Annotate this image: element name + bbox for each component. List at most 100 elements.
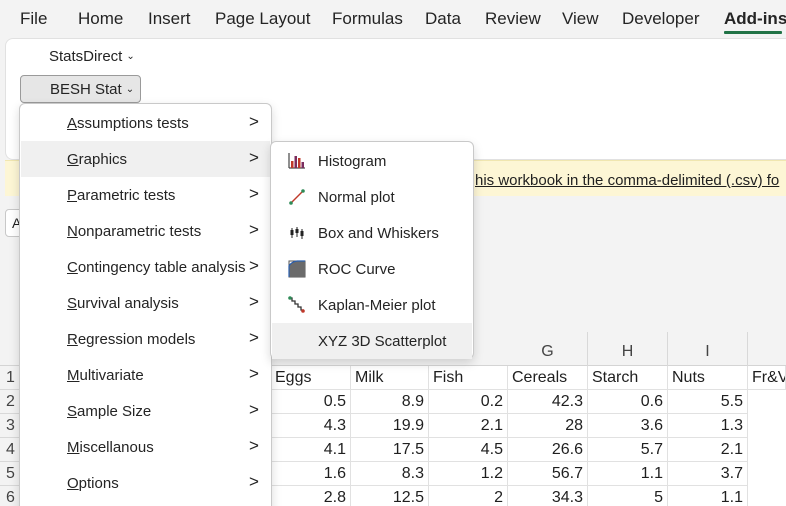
chevron-down-icon: ⌄ [125,84,135,95]
cell-header-frv[interactable]: Fr&V [748,366,786,390]
tab-view[interactable]: View [562,9,599,29]
table-cell[interactable]: 0.5 [271,390,351,414]
active-tab-indicator [724,31,782,34]
cell-header-fish[interactable]: Fish [429,366,508,390]
menu-item-label: ultivariate [79,367,144,384]
table-cell[interactable]: 0.2 [429,390,508,414]
tab-page-layout[interactable]: Page Layout [215,9,310,29]
table-cell[interactable]: 5 [588,486,668,506]
menu-item-regression-models[interactable]: Regression models > [21,321,270,357]
besh-stat-label: BESH Stat [50,81,122,98]
tab-data[interactable]: Data [425,9,461,29]
menu-item-graphics[interactable]: Graphics > [21,141,270,177]
table-cell[interactable]: 2.1 [429,414,508,438]
column-header-i[interactable]: I [668,332,748,366]
menu-item-accel-key: S [67,295,78,312]
table-cell[interactable]: 1.2 [429,462,508,486]
besh-stat-button[interactable]: BESH Stat ⌄ [20,75,141,103]
menu-item-label: raphics [78,151,128,168]
menu-item-accel-key: A [67,115,78,132]
table-cell[interactable]: 28 [508,414,588,438]
table-cell[interactable]: 8.3 [351,462,429,486]
message-bar-link[interactable]: his workbook in the comma-delimited (.cs… [475,172,779,189]
table-cell[interactable]: 2.8 [271,486,351,506]
tab-review[interactable]: Review [485,9,541,29]
table-cell[interactable]: 4.1 [271,438,351,462]
table-cell[interactable]: 5.7 [588,438,668,462]
chevron-right-icon: > [249,184,259,203]
statsdirect-label: StatsDirect [49,48,123,65]
menu-item-nonparametric-tests[interactable]: Nonparametric tests > [21,213,270,249]
table-cell[interactable]: 2 [429,486,508,506]
table-cell[interactable]: 3.7 [668,462,748,486]
cell-header-starch[interactable]: Starch [588,366,668,390]
table-cell[interactable]: 42.3 [508,390,588,414]
chevron-down-icon: ⌄ [126,51,135,62]
submenu-item-kaplan-meier-plot[interactable]: Kaplan-Meier plot [272,287,472,323]
menu-item-survival-analysis[interactable]: Survival analysis > [21,285,270,321]
tab-add-ins[interactable]: Add-ins [724,9,786,29]
chevron-right-icon: > [249,328,259,347]
column-header-h[interactable]: H [588,332,668,366]
submenu-item-label: Box and Whiskers [318,225,439,242]
submenu-item-label: Normal plot [318,189,395,206]
table-cell[interactable]: 2.1 [668,438,748,462]
table-cell[interactable]: 1.1 [668,486,748,506]
menu-item-label: iscellanous [79,439,154,456]
table-cell[interactable]: 1.6 [271,462,351,486]
histogram-icon [288,153,305,169]
table-cell[interactable]: 5.5 [668,390,748,414]
table-cell[interactable]: 3.6 [588,414,668,438]
cell-header-nuts[interactable]: Nuts [668,366,748,390]
roc-curve-icon [288,260,306,278]
table-cell[interactable]: 4.5 [429,438,508,462]
menu-item-label: arametric tests [77,187,176,204]
menu-item-multivariate[interactable]: Multivariate > [21,357,270,393]
table-cell[interactable]: 34.3 [508,486,588,506]
menu-item-parametric-tests[interactable]: Parametric tests > [21,177,270,213]
cell-header-milk[interactable]: Milk [351,366,429,390]
tab-file[interactable]: File [20,9,47,29]
tab-home[interactable]: Home [78,9,123,29]
menu-item-assumptions-tests[interactable]: Assumptions tests > [21,105,270,141]
table-cell[interactable]: 1.1 [588,462,668,486]
submenu-item-xyz-3d-scatterplot[interactable]: XYZ 3D Scatterplot [272,323,472,359]
tab-insert[interactable]: Insert [148,9,191,29]
table-cell[interactable]: 17.5 [351,438,429,462]
table-cell[interactable]: 0.6 [588,390,668,414]
submenu-item-box-and-whiskers[interactable]: Box and Whiskers [272,215,472,251]
table-cell[interactable]: 8.9 [351,390,429,414]
menu-item-accel-key: R [67,331,78,348]
submenu-item-roc-curve[interactable]: ROC Curve [272,251,472,287]
submenu-item-histogram[interactable]: Histogram [272,143,472,179]
menu-item-label: ontingency table analysis [77,259,246,276]
graphics-submenu: Histogram Normal plot Box and Whiskers R… [270,141,474,359]
table-cell[interactable]: 4.3 [271,414,351,438]
submenu-item-label: ROC Curve [318,261,396,278]
menu-item-label: egression models [77,331,196,348]
chevron-right-icon: > [249,112,259,131]
menu-item-miscellanous[interactable]: Miscellanous > [21,429,270,465]
menu-item-sample-size[interactable]: Sample Size > [21,393,270,429]
table-cell[interactable]: 56.7 [508,462,588,486]
column-header-g[interactable]: G [508,332,588,366]
statsdirect-button[interactable]: StatsDirect ⌄ [49,48,135,65]
table-cell[interactable]: 26.6 [508,438,588,462]
table-cell[interactable]: 19.9 [351,414,429,438]
submenu-item-normal-plot[interactable]: Normal plot [272,179,472,215]
normal-plot-icon [289,189,305,205]
table-cell[interactable]: 12.5 [351,486,429,506]
tab-developer[interactable]: Developer [622,9,700,29]
menu-item-accel-key: C [67,259,78,276]
chevron-right-icon: > [249,400,259,419]
cell-header-eggs[interactable]: Eggs [271,366,351,390]
menu-item-label: ssumptions tests [77,115,189,132]
menu-item-contingency-table-analysis[interactable]: Contingency table analysis > [21,249,270,285]
menu-item-accel-key: G [67,151,79,168]
cell-header-cereals[interactable]: Cereals [508,366,588,390]
tab-formulas[interactable]: Formulas [332,9,403,29]
table-cell[interactable]: 1.3 [668,414,748,438]
menu-item-label: ptions [78,475,119,492]
menu-item-options[interactable]: Options > [21,465,270,501]
submenu-item-label: Kaplan-Meier plot [318,297,436,314]
